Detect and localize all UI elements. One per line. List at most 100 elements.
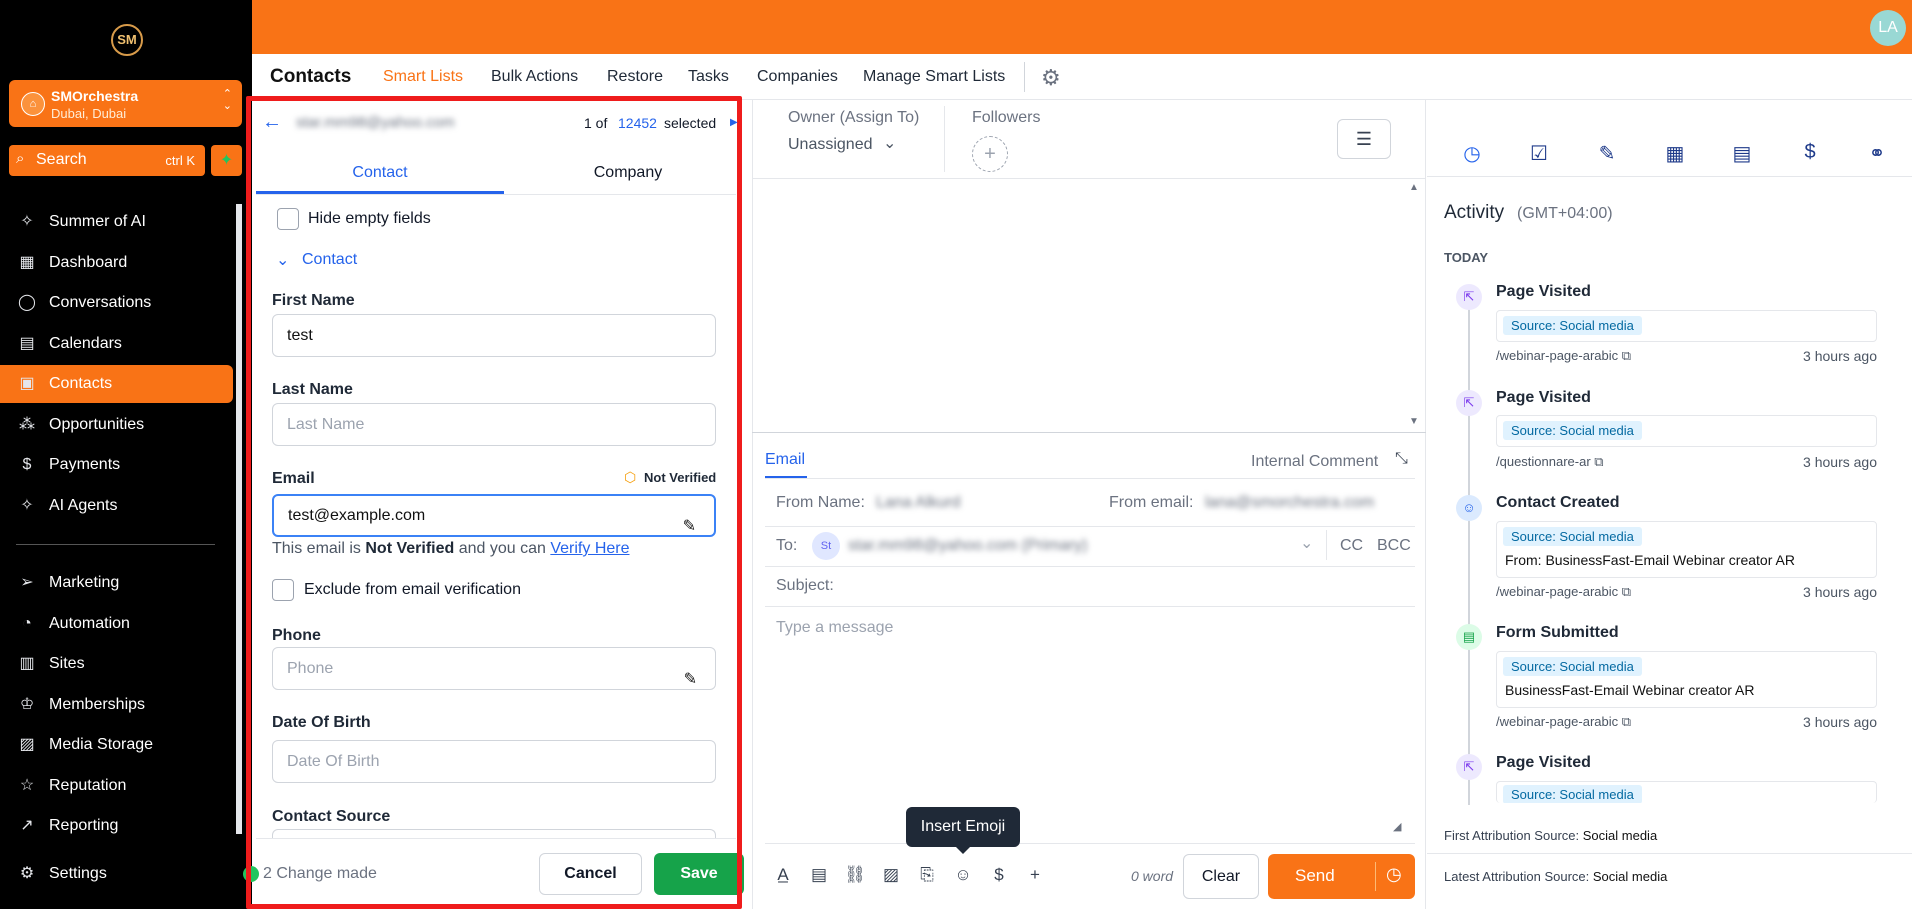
filter-button[interactable]: ☰ [1337,119,1391,159]
activity-item-details: Source: Social media BusinessFast-Email W… [1496,651,1877,708]
scroll-up-icon[interactable]: ▲ [1409,182,1419,193]
from-name-value[interactable]: Lana Alkurd [876,494,961,512]
nav-dashboard[interactable]: ▦ Dashboard [0,244,233,282]
message-input[interactable]: Type a message [776,619,893,637]
owner-select[interactable]: Unassigned [788,136,873,154]
chevron-down-icon[interactable]: ⌄ [1300,533,1313,553]
nav-calendars[interactable]: ▤ Calendars [0,325,233,363]
emoji-icon[interactable]: ☺ [952,865,974,885]
activity-item-details: Source: Social media From: BusinessFast-E… [1496,521,1877,578]
activity-item-from: From: BusinessFast-Email Webinar creator… [1505,552,1795,568]
send-button[interactable]: Send ◷ [1268,854,1415,899]
email-input[interactable]: test@example.com ✎ [272,494,716,537]
last-name-input[interactable]: Last Name [272,403,716,446]
tab-bulk-actions[interactable]: Bulk Actions [491,54,578,100]
opportunities-icon: ⁂ [19,416,35,433]
add-follower-button[interactable]: + [972,136,1008,172]
nav-contacts[interactable]: ▣ Contacts [0,365,233,403]
bcc-button[interactable]: BCC [1377,537,1411,555]
plus-icon[interactable]: + [1024,865,1046,885]
tab-restore[interactable]: Restore [607,54,663,100]
from-email-value[interactable]: lana@smorchestra.com [1205,494,1374,512]
notes-icon[interactable]: ✎ [1594,141,1620,166]
sidebar: SM ⌂ SMOrchestra Dubai, Dubai ⌃ ⌄ ⌕ Searc… [0,0,252,909]
activity-item-url[interactable]: /questionnare-ar ⧉ [1496,454,1604,470]
collapse-icon[interactable]: ⤡ [1395,450,1408,468]
user-avatar[interactable]: LA [1870,10,1906,46]
tab-email[interactable]: Email [765,451,805,469]
tasks-icon[interactable]: ☑ [1526,141,1552,166]
lightning-icon: ✦ [219,152,234,169]
save-button[interactable]: Save [654,853,744,895]
workflow-icon[interactable]: ⚭ [1864,141,1890,166]
pager-total[interactable]: 12452 [618,115,657,131]
resize-handle-icon[interactable]: ◢ [1393,820,1401,833]
nav-sites[interactable]: ▥ Sites [0,645,233,683]
nav-payments[interactable]: $ Payments [0,446,233,484]
nav-conversations[interactable]: ◯ Conversations [0,284,233,322]
search-button[interactable]: ⌕ Search ctrl K [9,145,205,176]
payments-icon[interactable]: $ [1797,141,1823,164]
nav-settings[interactable]: ⚙ Settings [0,855,233,893]
phone-input[interactable]: Phone ✎ [272,647,716,690]
scroll-down-icon[interactable]: ▼ [1409,416,1419,427]
nav-summer-of-ai[interactable]: ✧ Summer of AI [0,203,233,241]
section-contact[interactable]: Contact [302,251,357,269]
text-format-icon[interactable]: A̲ [772,865,794,885]
nav-ai-agents[interactable]: ✧ AI Agents [0,487,233,525]
link-icon[interactable]: ⛓ [844,865,866,885]
latest-attribution-label: Latest Attribution Source: [1444,869,1590,884]
template-icon[interactable]: ▤ [808,865,830,885]
nav-reputation[interactable]: ☆ Reputation [0,767,233,805]
exclude-verification-checkbox[interactable] [272,579,294,601]
calendar-icon[interactable]: ▦ [1662,141,1688,166]
nav-reporting[interactable]: ↗ Reporting [0,807,233,845]
url-text: /webinar-page-arabic [1496,714,1619,729]
payment-link-icon[interactable]: $ [988,865,1010,885]
gear-icon[interactable]: ⚙ [1041,65,1061,91]
tab-company[interactable]: Company [504,152,752,194]
document-icon[interactable]: ▤ [1729,141,1755,166]
image-icon[interactable]: ▨ [880,865,902,885]
pencil-icon[interactable]: ✎ [684,659,697,700]
dob-input[interactable]: Date Of Birth [272,740,716,783]
tab-companies[interactable]: Companies [757,54,838,100]
nav-memberships[interactable]: ♔ Memberships [0,686,233,724]
tab-manage-smart-lists[interactable]: Manage Smart Lists [863,54,1005,100]
cc-button[interactable]: CC [1340,537,1363,555]
activity-icon[interactable]: ◷ [1459,141,1485,166]
first-name-input[interactable]: test [272,314,716,357]
quick-action-button[interactable]: ✦ [211,145,242,176]
chevron-down-icon[interactable]: ⌄ [276,250,289,270]
nav-media-storage[interactable]: ▨ Media Storage [0,726,233,764]
back-arrow-icon[interactable]: ← [262,111,282,134]
hide-empty-checkbox[interactable] [277,208,299,230]
changes-count: 2 Change made [263,865,377,882]
clear-button[interactable]: Clear [1183,854,1259,899]
next-arrow-icon[interactable]: ▶ [730,117,738,128]
tab-tasks[interactable]: Tasks [688,54,729,100]
activity-item-url[interactable]: /webinar-page-arabic ⧉ [1496,348,1631,364]
cancel-button[interactable]: Cancel [539,853,642,895]
today-label: TODAY [1444,250,1489,265]
account-switcher[interactable]: ⌂ SMOrchestra Dubai, Dubai ⌃ ⌄ [9,80,242,127]
nav-opportunities[interactable]: ⁂ Opportunities [0,406,233,444]
activity-item-from: BusinessFast-Email Webinar creator AR [1505,682,1755,698]
pencil-icon[interactable]: ✎ [683,507,696,546]
activity-item-url[interactable]: /webinar-page-arabic ⧉ [1496,714,1631,730]
tab-contact[interactable]: Contact [256,152,504,194]
attachment-icon[interactable]: ⎘ [916,865,938,885]
schedule-icon[interactable]: ◷ [1386,864,1402,885]
tab-internal-comment[interactable]: Internal Comment [1251,453,1378,471]
scrollbar[interactable] [236,204,242,834]
source-badge: Source: Social media [1503,657,1642,676]
to-value[interactable]: star.mm98@yahoo.com (Primary) [848,537,1087,555]
nav-marketing[interactable]: ➢ Marketing [0,564,233,602]
nav-automation[interactable]: ◔ Automation [0,605,233,643]
subject-label: Subject: [776,577,834,594]
pager-suffix: selected [664,115,717,131]
tab-smart-lists[interactable]: Smart Lists [383,54,463,100]
change-indicator-icon [243,866,259,882]
verify-link[interactable]: Verify Here [550,540,629,557]
activity-item-url[interactable]: /webinar-page-arabic ⧉ [1496,584,1631,600]
